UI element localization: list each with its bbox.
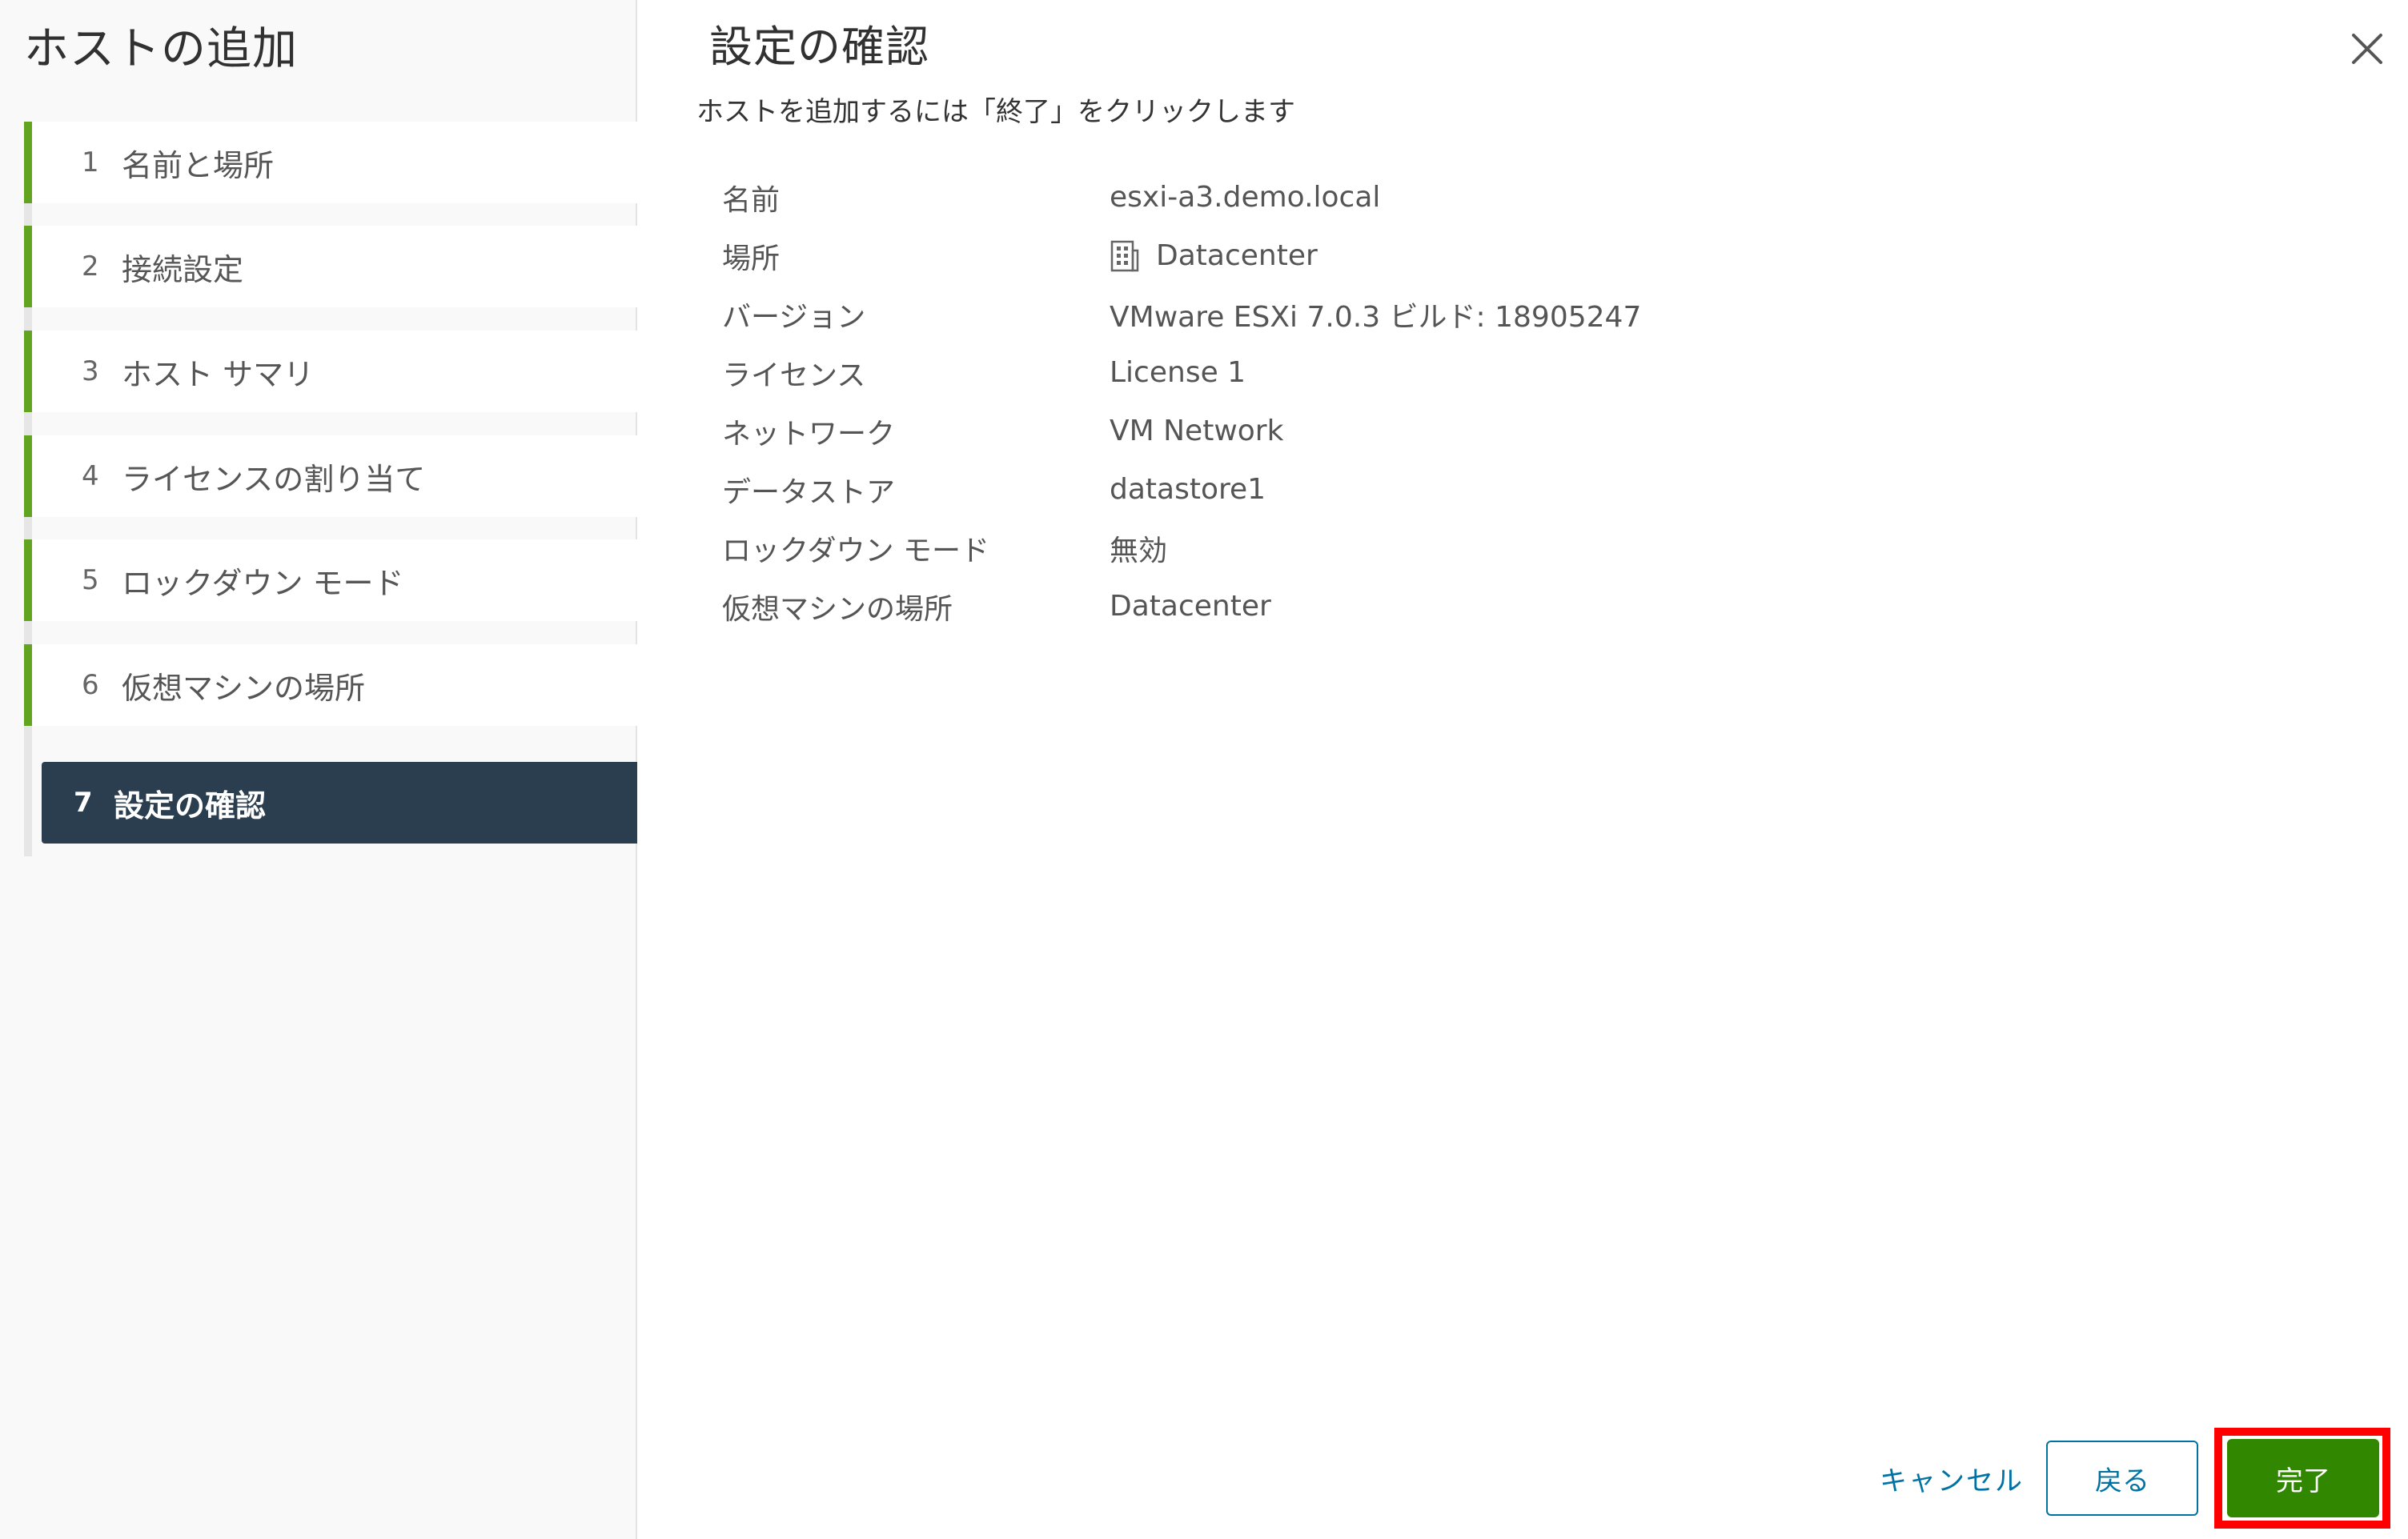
step-number: 2 [82,250,99,283]
wizard-title: ホストの追加 [24,23,298,75]
summary-value: esxi-a3.demo.local [1110,181,1381,214]
step-label: 設定の確認 [114,788,267,824]
step-number: 1 [82,146,99,178]
summary-value-wrap: Datacenter [1110,239,1318,273]
summary-row-name: 名前 esxi-a3.demo.local [722,168,1641,226]
step-number: 4 [82,460,99,492]
step-host-summary[interactable]: 3 ホスト サマリ [24,331,637,412]
close-icon[interactable] [2344,26,2390,72]
summary-label: データストア [722,475,896,509]
step-label: 仮想マシンの場所 [122,670,366,706]
step-assign-license[interactable]: 4 ライセンスの割り当て [24,435,637,517]
summary-label: ライセンス [722,359,866,392]
wizard-sidebar: ホストの追加 1 名前と場所 2 接続設定 3 ホスト サマリ 4 ライセンスの… [0,0,637,1539]
step-review-settings[interactable]: 7 設定の確認 [42,762,637,844]
summary-value: datastore1 [1110,473,1266,506]
step-label: ライセンスの割り当て [122,461,426,497]
summary-row-version: バージョン VMware ESXi 7.0.3 ビルド: 18905247 [722,285,1641,343]
step-label: ロックダウン モード [122,565,404,601]
step-label: 名前と場所 [122,147,275,183]
step-number: 7 [74,787,93,819]
step-lockdown-mode[interactable]: 5 ロックダウン モード [24,539,637,621]
summary-label: ネットワーク [722,417,896,451]
summary-label: 仮想マシンの場所 [722,592,953,626]
summary-value: 無効 [1110,534,1168,567]
step-number: 3 [82,355,99,387]
summary-value: VM Network [1110,415,1284,447]
step-vm-location[interactable]: 6 仮想マシンの場所 [24,644,637,726]
back-button[interactable]: 戻る [2046,1441,2198,1516]
page-title: 設定の確認 [709,22,929,72]
add-host-wizard: ホストの追加 1 名前と場所 2 接続設定 3 ホスト サマリ 4 ライセンスの… [0,0,2408,1539]
step-number: 5 [82,564,99,596]
summary-value: Datacenter [1156,239,1318,272]
summary-row-location: 場所 Datacenter [722,226,1641,285]
step-label: 接続設定 [122,251,244,287]
summary-label: バージョン [722,300,866,334]
summary-value: License 1 [1110,356,1246,389]
step-name-location[interactable]: 1 名前と場所 [24,122,637,203]
summary-label: 場所 [722,242,781,275]
summary-row-vm-location: 仮想マシンの場所 Datacenter [722,577,1641,635]
settings-summary: 名前 esxi-a3.demo.local 場所 Datacenter バージョ… [722,168,1641,635]
summary-row-license: ライセンス License 1 [722,343,1641,402]
wizard-main: 設定の確認 ホストを追加するには「終了」をクリックします 名前 esxi-a3.… [639,0,2408,1539]
summary-row-lockdown: ロックダウン モード 無効 [722,519,1641,577]
summary-row-datastore: データストア datastore1 [722,460,1641,519]
step-connection-settings[interactable]: 2 接続設定 [24,226,637,307]
summary-row-network: ネットワーク VM Network [722,402,1641,460]
step-label: ホスト サマリ [122,356,315,392]
finish-button[interactable]: 完了 [2227,1439,2379,1517]
summary-value: VMware ESXi 7.0.3 ビルド: 18905247 [1110,300,1642,334]
datacenter-icon [1110,240,1139,271]
summary-value: Datacenter [1110,590,1271,623]
instructions-text: ホストを追加するには「終了」をクリックします [696,96,1295,128]
step-number: 6 [82,669,99,701]
cancel-button[interactable]: キャンセル [1868,1441,2035,1516]
summary-label: 名前 [722,183,781,217]
summary-label: ロックダウン モード [722,534,990,567]
